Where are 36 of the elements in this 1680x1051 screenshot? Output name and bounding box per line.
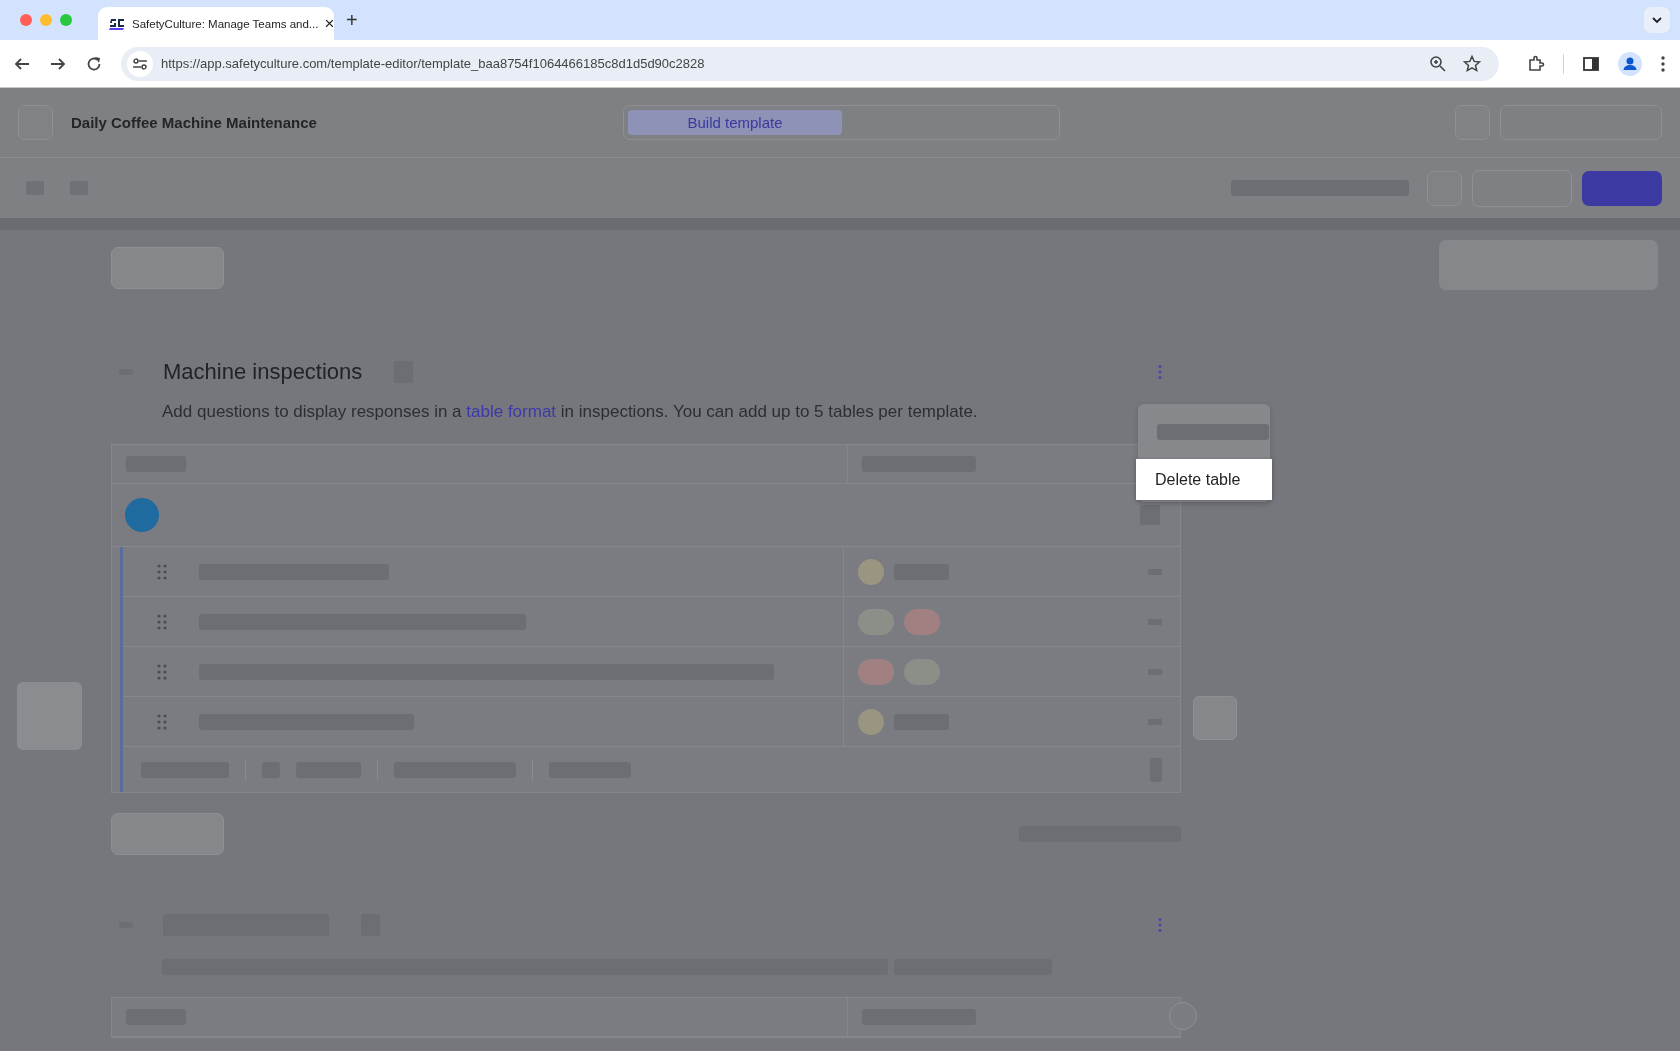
tab-search-button[interactable] <box>1644 7 1670 33</box>
publish-placeholder-button[interactable] <box>1582 170 1662 206</box>
template-title: Daily Coffee Machine Maintenance <box>71 114 318 131</box>
placeholder-pill <box>858 558 884 585</box>
drag-handle-icon[interactable] <box>157 613 167 630</box>
browser-tab[interactable]: SafetyCulture: Manage Teams and... × <box>98 7 334 40</box>
new-tab-button[interactable]: + <box>346 8 358 32</box>
maximize-window-icon[interactable] <box>60 14 72 26</box>
close-tab-button[interactable]: × <box>324 13 335 34</box>
placeholder-button[interactable] <box>111 247 224 289</box>
minimize-window-icon[interactable] <box>40 14 52 26</box>
logo-icon <box>108 16 126 31</box>
site-settings-icon[interactable] <box>127 50 153 77</box>
placeholder-pill <box>858 708 884 735</box>
placeholder-button[interactable] <box>1193 696 1237 740</box>
placeholder-pill <box>858 658 894 685</box>
star-icon[interactable] <box>1463 54 1481 73</box>
puzzle-icon[interactable] <box>1527 54 1545 73</box>
url-text: https://app.safetyculture.com/template-editor/template_baa8754f1064466185c8d1d5d90c2828 <box>161 56 705 71</box>
delete-table-item[interactable]: Delete table <box>1136 459 1272 500</box>
chevron-down-icon <box>1651 16 1663 24</box>
drag-handle-icon[interactable] <box>157 713 167 730</box>
reload-icon[interactable] <box>85 54 103 73</box>
drag-handle-icon[interactable] <box>157 663 167 680</box>
more-icon[interactable] <box>1660 54 1666 73</box>
placeholder-pill <box>904 608 940 635</box>
add-icon[interactable] <box>125 498 159 532</box>
address-field[interactable]: https://app.safetyculture.com/template-editor/template_baa8754f1064466185c8d1d5d90c2828 <box>121 46 1499 81</box>
tab-title: SafetyCulture: Manage Teams and... <box>132 17 319 30</box>
close-window-icon[interactable] <box>20 14 32 26</box>
placeholder-button[interactable] <box>111 813 224 855</box>
section-title: Machine inspections <box>163 359 363 385</box>
side-panel-icon[interactable] <box>1582 54 1600 73</box>
zoom-icon[interactable] <box>1429 54 1447 73</box>
drag-handle-icon[interactable] <box>157 563 167 580</box>
profile-icon[interactable] <box>1618 51 1642 76</box>
